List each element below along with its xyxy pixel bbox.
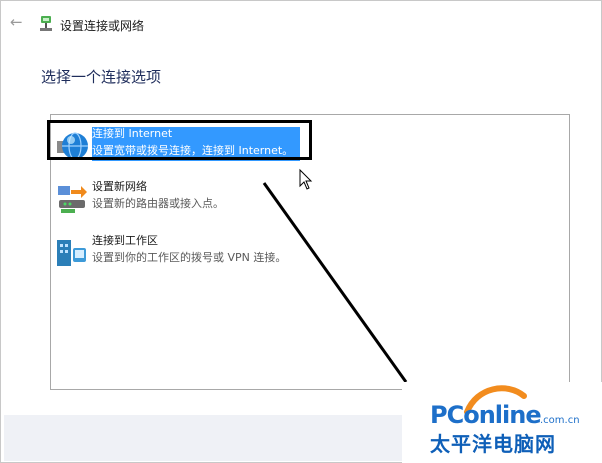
option-description: 设置到你的工作区的拨号或 VPN 连接。: [92, 251, 287, 264]
network-setup-icon: [40, 16, 52, 31]
window-title: 设置连接或网络: [60, 19, 145, 33]
watermark-logo: PConline: [430, 401, 542, 429]
watermark-name: 太平洋电脑网: [430, 432, 556, 456]
option-name: 设置新网络: [92, 180, 147, 193]
annotation-highlight-box: [47, 120, 312, 160]
watermark: PConline .com.cn 太平洋电脑网: [402, 382, 602, 463]
option-description: 设置新的路由器或接入点。: [92, 197, 224, 210]
title-bar: ← 设置连接或网络: [0, 0, 602, 50]
back-arrow-icon[interactable]: ←: [10, 14, 26, 30]
page-heading: 选择一个连接选项: [41, 68, 162, 86]
option-new-network[interactable]: 设置新网络 设置新的路由器或接入点。: [55, 180, 555, 220]
workplace-icon: [57, 240, 86, 266]
option-connect-workplace[interactable]: 连接到工作区 设置到你的工作区的拨号或 VPN 连接。: [55, 234, 555, 274]
router-icon: [58, 186, 87, 213]
option-name: 连接到工作区: [92, 234, 158, 247]
watermark-domain: .com.cn: [540, 415, 580, 426]
